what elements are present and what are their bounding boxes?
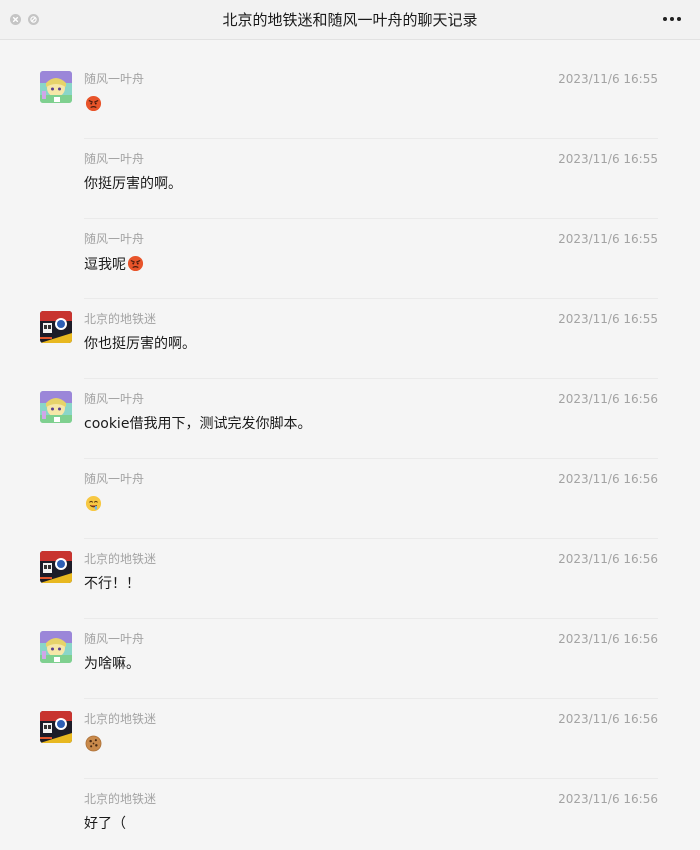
message-separator: [84, 378, 658, 379]
message-item: 北京的地铁迷 2023/11/6 16:56 不行！！: [0, 520, 700, 600]
sender-name: 北京的地铁迷: [84, 712, 157, 726]
sender-name: 北京的地铁迷: [84, 312, 157, 326]
title-bar: 北京的地铁迷和随风一叶舟的聊天记录: [0, 0, 700, 40]
message-text: 为啥嘛。: [84, 656, 140, 672]
message-content[interactable]: [84, 95, 102, 114]
avatar-suifeng[interactable]: [40, 71, 72, 103]
angry-face-icon: [85, 95, 102, 112]
message-time: 2023/11/6 16:56: [558, 792, 658, 806]
message-item: 随风一叶舟 2023/11/6 16:55 你挺厉害的啊。: [0, 120, 700, 200]
anime-girl-avatar-icon: [40, 391, 72, 423]
message-time: 2023/11/6 16:56: [558, 472, 658, 486]
drooling-face-icon: [85, 495, 102, 512]
sender-name: 随风一叶舟: [84, 392, 145, 406]
window-title: 北京的地铁迷和随风一叶舟的聊天记录: [222, 11, 478, 29]
message-separator: [84, 138, 658, 139]
subway-avatar-icon: [40, 311, 72, 343]
sender-name: 北京的地铁迷: [84, 792, 157, 806]
message-content[interactable]: 为啥嘛。: [84, 655, 140, 673]
chat-history-window: 北京的地铁迷和随风一叶舟的聊天记录 随风一叶舟 2023/11/6 16:55 …: [0, 0, 700, 850]
message-list[interactable]: 随风一叶舟 2023/11/6 16:55 随风一叶舟 2023/11/6 16…: [0, 40, 700, 850]
message-content[interactable]: 好了（: [84, 815, 126, 833]
avatar-ditiemi[interactable]: [40, 551, 72, 583]
avatar-ditiemi[interactable]: [40, 311, 72, 343]
message-content[interactable]: [84, 735, 102, 754]
sender-name: 随风一叶舟: [84, 72, 145, 86]
message-item: 北京的地铁迷 2023/11/6 16:55 你也挺厉害的啊。: [0, 280, 700, 360]
more-options-button[interactable]: [662, 17, 684, 23]
message-separator: [84, 778, 658, 779]
message-separator: [84, 458, 658, 459]
cookie-icon: [85, 735, 102, 752]
message-separator: [84, 298, 658, 299]
more-dot-icon: [663, 17, 667, 21]
message-separator: [84, 698, 658, 699]
message-time: 2023/11/6 16:55: [558, 232, 658, 246]
message-text: cookie借我用下，测试完发你脚本。: [84, 416, 312, 432]
message-item: 随风一叶舟 2023/11/6 16:56: [0, 440, 700, 520]
more-dot-icon: [670, 17, 674, 21]
message-time: 2023/11/6 16:56: [558, 632, 658, 646]
angry-face-icon: [127, 255, 144, 272]
sender-name: 随风一叶舟: [84, 632, 145, 646]
message-separator: [84, 618, 658, 619]
message-time: 2023/11/6 16:56: [558, 712, 658, 726]
sender-name: 随风一叶舟: [84, 232, 145, 246]
message-item: 北京的地铁迷 2023/11/6 16:56: [0, 680, 700, 760]
sender-name: 随风一叶舟: [84, 152, 145, 166]
anime-girl-avatar-icon: [40, 631, 72, 663]
message-item: 随风一叶舟 2023/11/6 16:55: [0, 40, 700, 120]
message-text: 逗我呢: [84, 257, 126, 273]
message-time: 2023/11/6 16:56: [558, 392, 658, 406]
message-item: 随风一叶舟 2023/11/6 16:56 cookie借我用下，测试完发你脚本…: [0, 360, 700, 440]
message-content[interactable]: 你也挺厉害的啊。: [84, 335, 196, 353]
avatar-ditiemi[interactable]: [40, 711, 72, 743]
sender-name: 北京的地铁迷: [84, 552, 157, 566]
message-content[interactable]: 你挺厉害的啊。: [84, 175, 182, 193]
message-item: 随风一叶舟 2023/11/6 16:56 为啥嘛。: [0, 600, 700, 680]
message-time: 2023/11/6 16:56: [558, 552, 658, 566]
message-content[interactable]: 逗我呢: [84, 255, 144, 274]
message-item: 北京的地铁迷 2023/11/6 16:56 好了（: [0, 760, 700, 840]
message-item: 随风一叶舟 2023/11/6 16:55 逗我呢: [0, 200, 700, 280]
message-text: 不行！！: [84, 576, 140, 592]
message-separator: [84, 538, 658, 539]
avatar-suifeng[interactable]: [40, 631, 72, 663]
sender-name: 随风一叶舟: [84, 472, 145, 486]
message-text: 好了（: [84, 816, 126, 832]
subway-avatar-icon: [40, 711, 72, 743]
message-time: 2023/11/6 16:55: [558, 72, 658, 86]
message-content[interactable]: [84, 495, 102, 514]
anime-girl-avatar-icon: [40, 71, 72, 103]
message-content[interactable]: cookie借我用下，测试完发你脚本。: [84, 415, 311, 433]
avatar-suifeng[interactable]: [40, 391, 72, 423]
message-content[interactable]: 不行！！: [84, 575, 140, 593]
message-separator: [84, 218, 658, 219]
message-time: 2023/11/6 16:55: [558, 152, 658, 166]
more-dot-icon: [677, 17, 681, 21]
message-text: 你挺厉害的啊。: [84, 176, 182, 192]
message-text: 你也挺厉害的啊。: [84, 336, 196, 352]
subway-avatar-icon: [40, 551, 72, 583]
message-time: 2023/11/6 16:55: [558, 312, 658, 326]
